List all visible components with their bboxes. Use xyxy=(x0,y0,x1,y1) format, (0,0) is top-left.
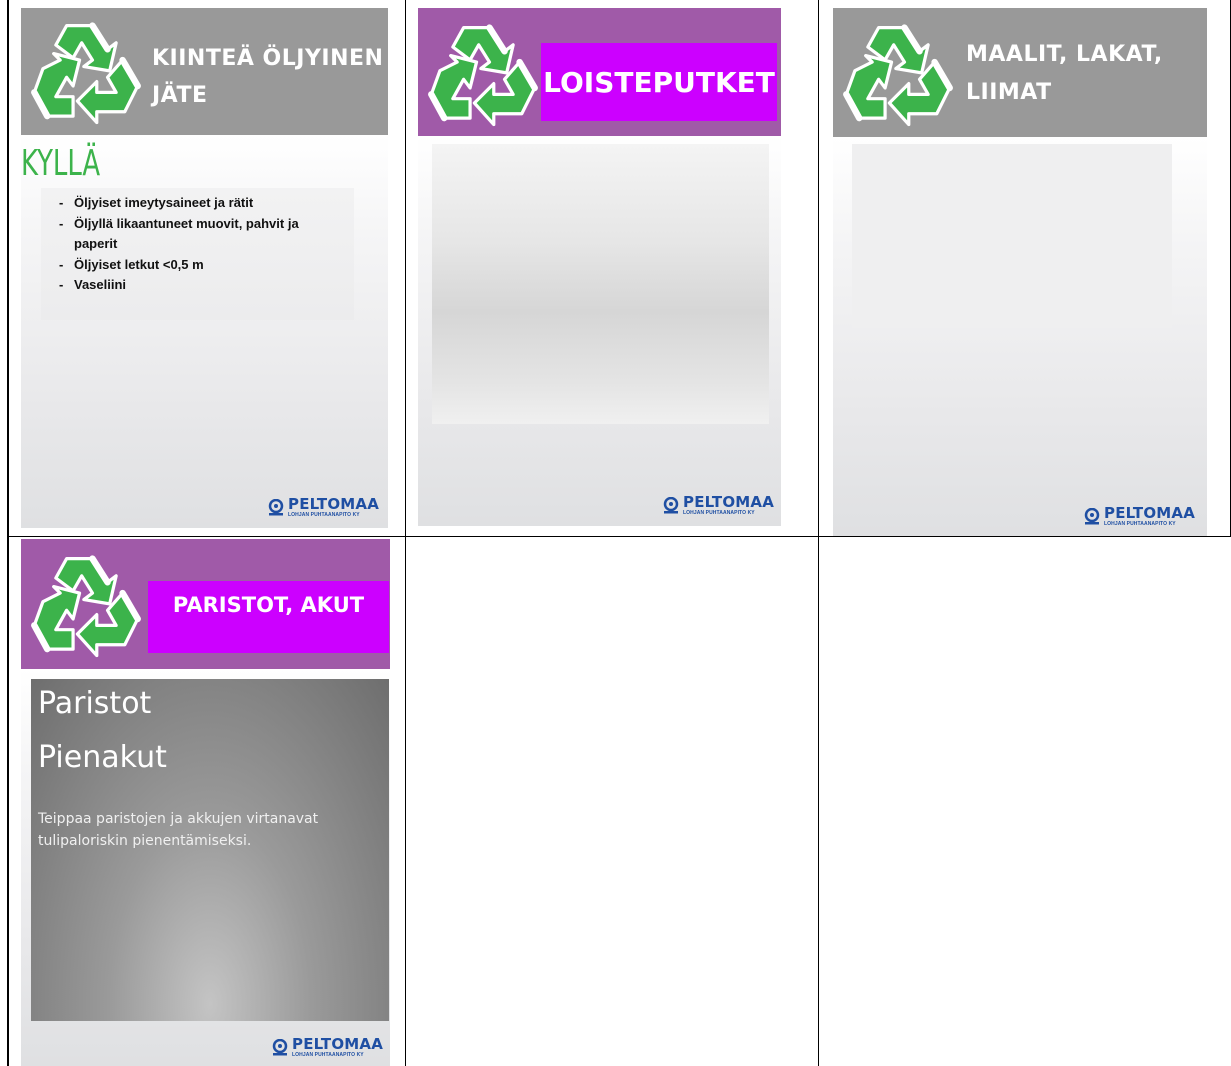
brand-subtitle: LOHJAN PUHTAANAPITO KY xyxy=(1104,521,1176,527)
table-border-mid1 xyxy=(405,0,406,1066)
recycle-icon xyxy=(30,553,142,659)
info-heading-small-batteries: Pienakut xyxy=(38,740,167,775)
list-item: Öljyiset letkut <0,5 m xyxy=(55,255,344,276)
recycle-icon xyxy=(30,20,142,126)
info-heading-batteries: Paristot xyxy=(38,686,152,721)
table-border-mid2 xyxy=(818,0,819,1066)
card-title: MAALIT, LAKAT, LIIMAT xyxy=(966,36,1163,112)
card-title: LOISTEPUTKET xyxy=(541,43,777,121)
brand-name: PELTOMAA xyxy=(1104,504,1196,522)
list-item: Vaseliini xyxy=(55,275,344,296)
brand-subtitle: LOHJAN PUHTAANAPITO KY xyxy=(292,1052,364,1058)
peltomaa-logo-icon xyxy=(272,1038,288,1055)
image-placeholder xyxy=(852,144,1172,328)
accepted-items-list: Öljyiset imeytysaineet ja rätit Öljyllä … xyxy=(55,193,344,296)
peltomaa-logo-icon xyxy=(663,496,679,513)
info-text: Teippaa paristojen ja akkujen virtanavat… xyxy=(38,811,319,849)
list-item: Öljyiset imeytysaineet ja rätit xyxy=(55,193,344,214)
recycle-icon xyxy=(427,22,539,128)
peltomaa-logo-icon xyxy=(268,498,284,515)
card-title: KIINTEÄ ÖLJYINEN JÄTE xyxy=(152,40,383,114)
brand-subtitle: LOHJAN PUHTAANAPITO KY xyxy=(683,510,755,516)
table-border-left xyxy=(7,0,9,1066)
card-title-line1: KIINTEÄ ÖLJYINEN xyxy=(152,46,384,71)
brand-name: PELTOMAA xyxy=(292,1035,384,1053)
card-title-line2: LIIMAT xyxy=(966,80,1052,105)
card-title-line1: MAALIT, LAKAT, xyxy=(966,42,1163,67)
peltomaa-brand: PELTOMAA LOHJAN PUHTAANAPITO KY xyxy=(663,495,774,516)
list-item: Öljyllä likaantuneet muovit, pahvit ja p… xyxy=(55,214,344,255)
brand-name: PELTOMAA xyxy=(683,493,775,511)
brand-name: PELTOMAA xyxy=(288,495,380,513)
peltomaa-brand: PELTOMAA LOHJAN PUHTAANAPITO KY xyxy=(268,497,379,518)
card-title-line2: JÄTE xyxy=(152,83,208,108)
peltomaa-logo-icon xyxy=(1084,507,1100,524)
table-row-divider xyxy=(7,536,1231,537)
yes-heading: KYLLÄ xyxy=(21,143,101,184)
card-title: PARISTOT, AKUT xyxy=(148,581,389,653)
peltomaa-brand: PELTOMAA LOHJAN PUHTAANAPITO KY xyxy=(272,1037,383,1058)
recycle-icon xyxy=(842,22,954,128)
brand-subtitle: LOHJAN PUHTAANAPITO KY xyxy=(288,512,360,518)
image-placeholder xyxy=(432,144,769,424)
peltomaa-brand: PELTOMAA LOHJAN PUHTAANAPITO KY xyxy=(1084,506,1195,527)
